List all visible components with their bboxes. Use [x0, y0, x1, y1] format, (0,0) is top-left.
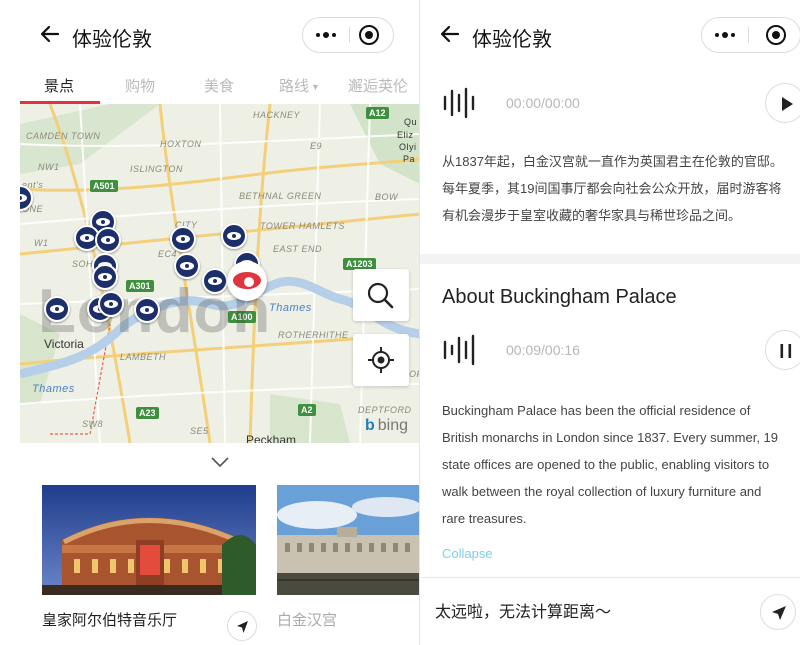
map-label-w1: W1: [34, 238, 49, 248]
tab-attractions[interactable]: 景点: [44, 75, 74, 96]
attraction-pin[interactable]: [221, 223, 247, 249]
more-menu-icon[interactable]: [303, 18, 349, 52]
tab-shopping[interactable]: 购物: [125, 75, 155, 96]
bing-logo-icon: b: [364, 417, 375, 434]
map-label-nw1: NW1: [38, 162, 60, 172]
map-label-deptford: DEPTFORD: [358, 405, 412, 415]
map-label-sw8: SW8: [82, 419, 104, 429]
map-label-camden: CAMDEN TOWN: [26, 131, 101, 141]
navigation-arrow-icon: [772, 606, 786, 620]
map-label-bow: BOW: [375, 192, 398, 202]
more-menu-icon[interactable]: [702, 18, 748, 52]
collapse-link[interactable]: Collapse: [442, 546, 493, 561]
map-label-thames-2: Thames: [32, 383, 75, 395]
tab-meet-britain[interactable]: 邂逅英伦: [348, 75, 408, 96]
map-label-of: OF: [409, 369, 419, 379]
map-label-queen-cut: Qu: [404, 117, 418, 127]
bing-label: bing: [377, 417, 408, 434]
category-tabs: 景点 购物 美食 路线 ▼ 邂逅英伦: [20, 70, 419, 104]
close-program-icon[interactable]: [766, 25, 786, 45]
attraction-pin[interactable]: [95, 227, 121, 253]
attraction-pin[interactable]: [92, 264, 118, 290]
page-title: 体验伦敦: [72, 29, 152, 51]
attraction-pin[interactable]: [170, 226, 196, 252]
play-icon: [782, 97, 793, 111]
map-search-button[interactable]: [353, 269, 409, 321]
title-bar: 体验伦敦: [420, 0, 800, 70]
map-label-hoxton: HOXTON: [160, 139, 202, 149]
tab-food[interactable]: 美食: [204, 75, 234, 96]
play-button[interactable]: [765, 83, 800, 123]
map-label-islington: ISLINGTON: [130, 164, 183, 174]
card-name-buckingham-palace[interactable]: 白金汉宫: [277, 609, 337, 630]
map-label-elizabeth-cut: Eliz: [397, 130, 414, 140]
navigate-button[interactable]: [227, 611, 257, 641]
audio-player-chinese: 00:00/00:00: [420, 80, 800, 126]
royal-albert-hall-photo[interactable]: [42, 485, 256, 595]
london-map[interactable]: HACKNEY CAMDEN TOWN HOXTON E9 NW1 ISLING…: [20, 104, 419, 443]
distance-message: 太远啦，无法计算距离～: [435, 604, 612, 621]
audio-player-english: 00:09/00:16: [420, 327, 800, 373]
description-english: Buckingham Palace has been the official …: [442, 403, 779, 526]
map-label-east-end: EAST END: [273, 244, 323, 254]
map-label-se5: SE5: [190, 426, 209, 436]
description-chinese: 从1837年起，白金汉宫就一直作为英国君主在伦敦的官邸。每年夏季，其19间国事厅…: [442, 154, 783, 223]
map-label-e9: E9: [310, 141, 323, 151]
attraction-pin[interactable]: [98, 291, 124, 317]
distance-bar: 太远啦，无法计算距离～: [420, 577, 800, 645]
map-label-ec4: EC4: [158, 249, 178, 259]
navigation-arrow-icon: [237, 621, 248, 633]
attraction-pin[interactable]: [44, 296, 70, 322]
back-arrow-icon[interactable]: [438, 22, 462, 46]
road-badge-a501: A501: [90, 180, 118, 192]
map-label-olympic-cut: Olyi: [399, 142, 417, 152]
tab-routes-label: 路线: [279, 78, 310, 95]
card-name-royal-albert-hall[interactable]: 皇家阿尔伯特音乐厅: [42, 609, 177, 630]
tab-routes[interactable]: 路线 ▼: [279, 75, 320, 96]
mini-program-capsule: [701, 17, 800, 53]
road-badge-a12: A12: [366, 107, 389, 119]
audio-time: 00:00/00:00: [506, 95, 580, 111]
audio-waveform-icon: [443, 87, 475, 119]
audio-waveform-icon: [443, 334, 475, 366]
attraction-pin[interactable]: [202, 268, 228, 294]
map-locate-button[interactable]: [353, 334, 409, 386]
bing-attribution: b bing: [365, 417, 408, 435]
pause-button[interactable]: [765, 330, 800, 370]
attractions-map-screen: 体验伦敦 景点 购物 美食 路线 ▼ 邂逅英伦 HACKNEY CAMDEN T…: [20, 0, 420, 645]
audio-time: 00:09/00:16: [506, 342, 580, 358]
locate-icon: [368, 347, 394, 373]
map-label-thames-1: Thames: [269, 302, 312, 314]
selected-attraction-pin[interactable]: [227, 261, 267, 301]
back-arrow-icon[interactable]: [38, 22, 62, 46]
mini-program-capsule: [302, 17, 394, 53]
attraction-detail-screen: 体验伦敦 00:00/00:00 从1837年起，白金汉宫就一直作为英国君主在伦…: [420, 0, 800, 645]
search-icon: [367, 282, 394, 309]
road-badge-a2: A2: [298, 404, 316, 416]
navigate-button[interactable]: [760, 594, 796, 630]
close-program-icon[interactable]: [359, 25, 379, 45]
title-bar: 体验伦敦: [20, 0, 419, 70]
map-label-rotherhithe: ROTHERHITHE: [278, 330, 349, 340]
page-title: 体验伦敦: [472, 29, 552, 51]
map-label-bethnal-green: BETHNAL GREEN: [239, 191, 322, 201]
map-label-tower-hamlets: TOWER HAMLETS: [260, 221, 345, 231]
road-badge-a23: A23: [136, 407, 159, 419]
dropdown-caret-icon: ▼: [311, 82, 320, 93]
pause-icon: [780, 344, 792, 358]
buckingham-palace-photo[interactable]: [277, 485, 419, 595]
map-label-peckham: Peckham: [246, 433, 297, 443]
attraction-pin[interactable]: [174, 253, 200, 279]
map-label-park-cut: Pa: [403, 154, 416, 164]
section-divider: [420, 254, 800, 264]
section-title: About Buckingham Palace: [442, 286, 677, 308]
chevron-down-icon[interactable]: [210, 456, 230, 468]
map-label-lambeth: LAMBETH: [120, 352, 167, 362]
attraction-pin[interactable]: [134, 297, 160, 323]
map-label-hackney: HACKNEY: [253, 110, 301, 120]
